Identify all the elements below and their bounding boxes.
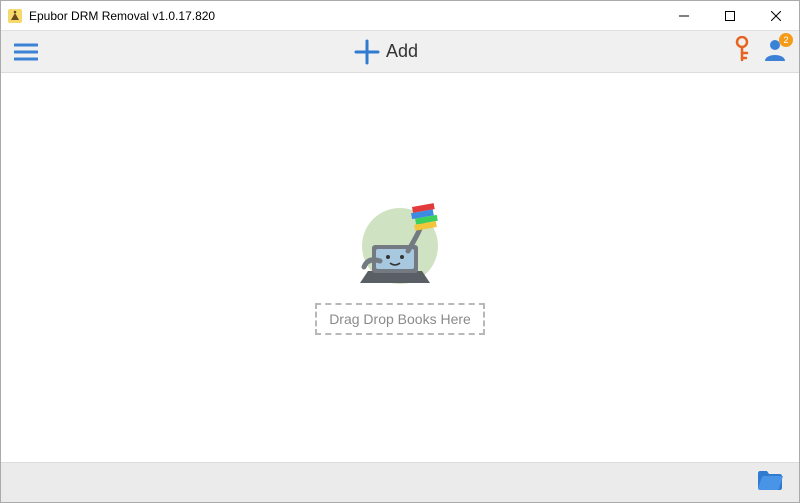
drop-illustration-icon [350, 201, 450, 291]
key-icon [733, 36, 751, 62]
close-button[interactable] [753, 1, 799, 30]
open-folder-button[interactable] [757, 470, 783, 495]
plus-icon [354, 39, 380, 65]
window-controls [661, 1, 799, 30]
toolbar: Add 2 [1, 31, 799, 73]
toolbar-right: 2 [733, 36, 787, 67]
add-label: Add [386, 41, 418, 62]
user-badge: 2 [779, 33, 793, 47]
minimize-button[interactable] [661, 1, 707, 30]
titlebar: Epubor DRM Removal v1.0.17.820 [1, 1, 799, 31]
bottombar [1, 462, 799, 502]
user-button[interactable]: 2 [763, 37, 787, 66]
hamburger-icon [14, 43, 38, 61]
folder-icon [757, 470, 783, 490]
main-content[interactable]: Drag Drop Books Here [1, 73, 799, 462]
drop-hint-label: Drag Drop Books Here [315, 303, 485, 335]
app-icon [7, 8, 23, 24]
key-button[interactable] [733, 36, 751, 67]
toolbar-center: Add [39, 39, 733, 65]
maximize-button[interactable] [707, 1, 753, 30]
window-title: Epubor DRM Removal v1.0.17.820 [29, 9, 661, 23]
menu-button[interactable] [13, 39, 39, 65]
add-button[interactable]: Add [354, 39, 418, 65]
